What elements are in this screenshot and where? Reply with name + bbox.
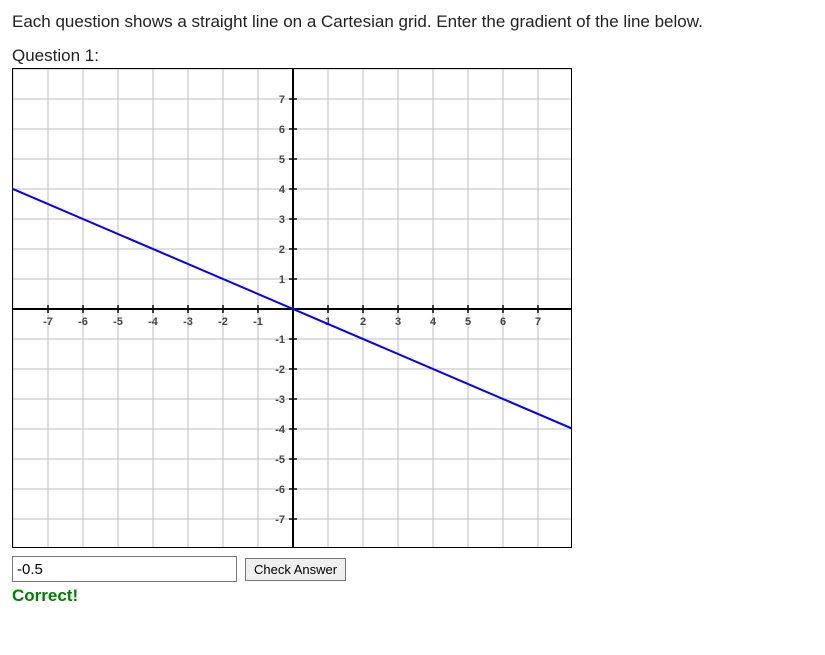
svg-text:2: 2 (360, 316, 366, 328)
svg-text:-5: -5 (113, 316, 123, 328)
svg-text:-7: -7 (43, 316, 53, 328)
svg-text:-7: -7 (275, 514, 285, 526)
svg-text:4: 4 (279, 184, 286, 196)
svg-text:1: 1 (279, 274, 285, 286)
feedback-text: Correct! (12, 586, 813, 606)
svg-text:-3: -3 (275, 394, 285, 406)
question-label: Question 1: (12, 46, 813, 66)
svg-text:-6: -6 (78, 316, 88, 328)
svg-text:3: 3 (395, 316, 401, 328)
svg-text:7: 7 (279, 94, 285, 106)
answer-row: Check Answer (12, 556, 813, 582)
svg-text:-1: -1 (253, 316, 263, 328)
svg-text:4: 4 (430, 316, 437, 328)
svg-text:-4: -4 (275, 424, 286, 436)
svg-text:-6: -6 (275, 484, 285, 496)
svg-text:7: 7 (535, 316, 541, 328)
check-answer-button[interactable]: Check Answer (245, 558, 346, 581)
svg-text:-3: -3 (183, 316, 193, 328)
svg-text:6: 6 (279, 124, 285, 136)
svg-text:5: 5 (465, 316, 471, 328)
svg-text:3: 3 (279, 214, 285, 226)
instructions-text: Each question shows a straight line on a… (12, 12, 813, 32)
svg-text:-4: -4 (148, 316, 159, 328)
cartesian-grid-svg: -7-6-5-4-3-2-11234567-7-6-5-4-3-2-112345… (13, 69, 572, 548)
svg-text:-5: -5 (275, 454, 285, 466)
svg-text:2: 2 (279, 244, 285, 256)
svg-text:-1: -1 (275, 334, 285, 346)
cartesian-grid: -7-6-5-4-3-2-11234567-7-6-5-4-3-2-112345… (12, 68, 572, 548)
gradient-input[interactable] (12, 556, 237, 582)
svg-text:-2: -2 (218, 316, 228, 328)
svg-text:-2: -2 (275, 364, 285, 376)
svg-text:6: 6 (500, 316, 506, 328)
svg-text:5: 5 (279, 154, 285, 166)
